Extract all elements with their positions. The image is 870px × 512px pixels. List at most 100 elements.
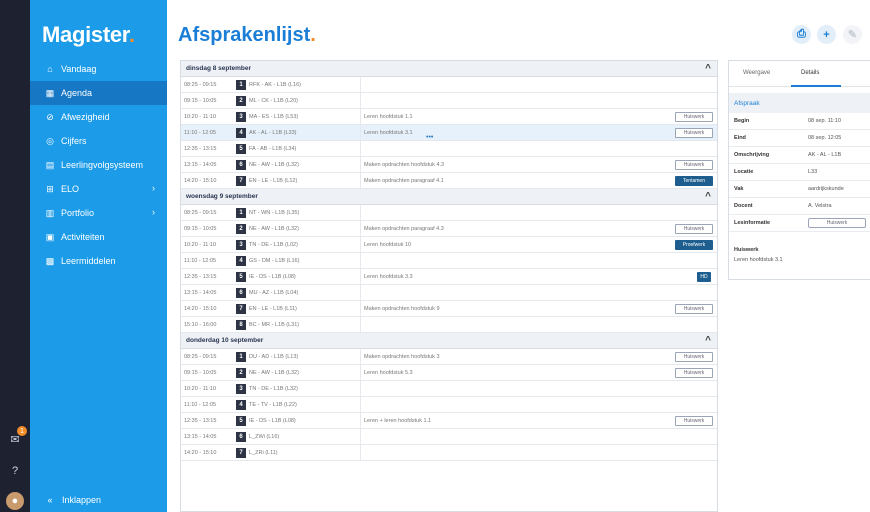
appointment-badge[interactable]: Huiswerk [675,224,713,234]
print-icon: ⎙ [797,28,806,40]
appointment-row[interactable]: 12:35 - 13:15 5 IE - DS - L1B (L08) Leren h… [181,269,717,285]
appointment-class: IE - DS - L1B (L08) [249,418,296,424]
more-icon[interactable]: ••• [426,134,433,141]
appointment-row[interactable]: 09:15 - 10:05 2 ML - CK - L1B (L20) [181,93,717,109]
appointment-row[interactable]: 13:15 - 14:05 6 NE - AW - L1B (L32) Maken o… [181,157,717,173]
appointment-row[interactable]: 10:20 - 11:10 3 TN - DE - L1B (L32) [181,381,717,397]
sidebar-item-activiteiten[interactable]: ▣ Activiteiten [30,225,167,249]
sidebar-item-leerlingvolgsysteem[interactable]: ▤ Leerlingvolgsysteem [30,153,167,177]
chevron-up-icon[interactable]: ^ [705,63,711,74]
tab-details[interactable]: Details [801,70,819,76]
chevron-right-icon: › [152,183,155,193]
appointment-time: 08:25 - 09:15 [184,82,217,88]
appointment-info: Maken opdrachten hoofdstuk 3 [364,354,440,360]
appointment-class: IE - DS - L1B (L08) [249,274,296,280]
appointment-row[interactable]: 13:15 - 14:05 6 L_ZWi (L16) [181,429,717,445]
appointment-row[interactable]: 12:35 - 13:15 5 FA - AB - L1B (L34) [181,141,717,157]
lesson-hour: 6 [236,160,246,170]
sidebar-item-leermiddelen[interactable]: ▩ Leermiddelen [30,249,167,273]
appointment-badge[interactable]: Huiswerk [675,304,713,314]
column-divider [360,365,361,380]
appointment-row[interactable]: 08:25 - 09:15 1 DU - AD - L1B (L13) Maken o… [181,349,717,365]
tab-weergave[interactable]: Weergave [743,70,770,76]
column-divider [360,77,361,92]
home-icon: ⌂ [47,64,53,74]
sidebar-item-agenda[interactable]: ▦ Agenda [30,81,167,105]
appointment-row[interactable]: 11:10 - 12:05 4 GS - DM - L1B (L16) [181,253,717,269]
appointment-row[interactable]: 13:15 - 14:05 6 MU - AZ - L1B (L04) [181,285,717,301]
appointment-badge[interactable]: HD [697,272,711,282]
appointment-class: EN - LE - L1B (L11) [249,306,297,312]
appointment-time: 12:35 - 13:15 [184,146,217,152]
appointment-time: 13:15 - 14:05 [184,434,217,440]
collapse-sidebar-button[interactable]: « Inklappen [44,495,101,505]
appointment-badge[interactable]: Huiswerk [675,160,713,170]
appointment-row[interactable]: 08:25 - 09:15 1 RFK - AK - L1B (L16) [181,77,717,93]
appointment-badge[interactable]: Tentamen [675,176,713,186]
detail-label: Locatie [734,169,754,175]
appointment-row[interactable]: 14:20 - 15:10 7 EN - LE - L1B (L12) Maken o… [181,173,717,189]
appointment-row[interactable]: 09:15 - 10:05 2 NE - AW - L1B (L32) Maken o… [181,221,717,237]
appointment-class: EN - LE - L1B (L12) [249,178,298,184]
appointment-badge[interactable]: Huiswerk [675,416,713,426]
appointment-badge[interactable]: Huiswerk [675,352,713,362]
sidebar-item-cijfers[interactable]: ◎ Cijfers [30,129,167,153]
print-button[interactable]: ⎙ [792,25,811,44]
sidebar-item-label: Agenda [61,88,93,98]
day-header[interactable]: dinsdag 8 september ^ [181,61,717,77]
pencil-icon: ✎ [847,29,858,41]
appointment-row[interactable]: 14:20 - 15:10 7 EN - LE - L1B (L11) Maken o… [181,301,717,317]
lesinfo-homework-button[interactable]: Huiswerk [808,218,866,228]
appointment-badge[interactable]: Huiswerk [675,112,713,122]
help-icon[interactable]: ? [6,462,24,480]
sidebar-item-label: ELO [61,184,80,194]
appointment-row[interactable]: 15:10 - 16:00 8 BC - MR - L1B (L31) [181,317,717,333]
appointment-time: 09:15 - 10:05 [184,226,217,232]
details-panel: Weergave Details Afspraak Begin 08 sep. 1… [728,60,870,280]
column-divider [360,173,361,188]
chevron-up-icon[interactable]: ^ [705,335,711,346]
appointment-row[interactable]: 12:35 - 13:15 5 IE - DS - L1B (L08) Leren +… [181,413,717,429]
appointment-time: 15:10 - 16:00 [184,322,217,328]
appointment-badge[interactable]: Huiswerk [675,368,713,378]
appointment-info: Leren hoofdstuk 1.1 [364,114,413,120]
appointment-row[interactable]: 10:20 - 11:10 3 MA - ES - L1B (L53) Leren h… [181,109,717,125]
lesson-hour: 3 [236,112,246,122]
appointment-time: 13:15 - 14:05 [184,162,217,168]
appointment-row[interactable]: 11:10 - 12:05 4 TE - TV - L1B (L22) [181,397,717,413]
appointment-row[interactable]: 11:10 - 12:05 4 AK - AL - L1B (L33) Leren h… [181,125,717,141]
detail-value: AK - AL - L1B [808,152,842,158]
sidebar-item-afwezigheid[interactable]: ⊘ Afwezigheid [30,105,167,129]
sidebar-item-elo[interactable]: ⊞ ELO › [30,177,167,201]
appointment-time: 13:15 - 14:05 [184,290,217,296]
column-divider [360,125,361,140]
day-header[interactable]: woensdag 9 september ^ [181,189,717,205]
homework-text: Leren hoofdstuk 3.1 [734,257,783,263]
detail-row: Begin 08 sep. 11:10 [729,113,870,130]
detail-label: Begin [734,118,750,124]
sidebar-item-label: Leerlingvolgsysteem [61,160,144,170]
sidebar-item-portfolio[interactable]: ▥ Portfolio › [30,201,167,225]
edit-button[interactable]: ✎ [843,25,862,44]
section-afspraak[interactable]: Afspraak [729,93,870,113]
detail-row: Eind 08 sep. 12:05 [729,130,870,147]
detail-row: Locatie L33 [729,164,870,181]
appointment-badge[interactable]: Proefwerk [675,240,713,250]
appointment-badge[interactable]: Huiswerk [675,128,713,138]
appointment-row[interactable]: 08:25 - 09:15 1 NT - WN - L1B (L35) [181,205,717,221]
avatar[interactable]: ● [6,492,24,510]
add-appointment-button[interactable]: + [817,25,836,44]
day-label: donderdag 10 september [186,337,264,344]
double-chevron-left-icon: « [47,495,53,505]
app-logo[interactable]: Magister. [42,22,135,48]
appointment-class: L_ZRi (L11) [249,450,278,456]
notification-badge: 1 [17,426,27,436]
chevron-up-icon[interactable]: ^ [705,191,711,202]
appointment-row[interactable]: 14:20 - 15:10 7 L_ZRi (L11) [181,445,717,461]
appointment-row[interactable]: 10:20 - 11:10 3 TN - DE - L1B (L02) Leren h… [181,237,717,253]
column-divider [360,429,361,444]
sidebar-item-vandaag[interactable]: ⌂ Vandaag [30,57,167,81]
day-header[interactable]: donderdag 10 september ^ [181,333,717,349]
appointment-class: AK - AL - L1B (L33) [249,130,297,136]
appointment-row[interactable]: 09:15 - 10:05 2 NE - AW - L1B (L32) Leren h… [181,365,717,381]
